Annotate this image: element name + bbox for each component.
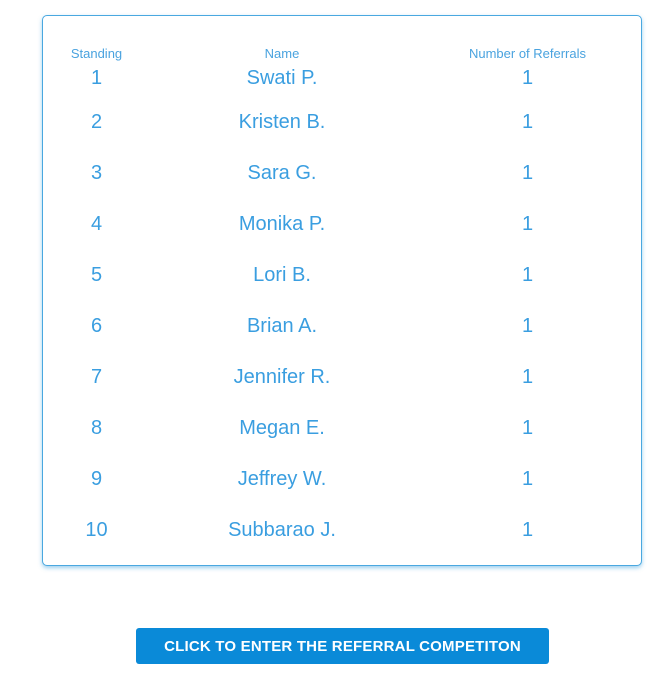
table-row: 2 Kristen B. 1 xyxy=(43,97,641,148)
name-cell: Jeffrey W. xyxy=(237,468,327,490)
standing-cell: 3 xyxy=(90,162,103,184)
leaderboard-card: Standing Name Number of Referrals 1 Swat… xyxy=(42,15,642,566)
name-cell: Megan E. xyxy=(239,417,325,439)
column-header-name: Name xyxy=(264,46,300,61)
referrals-cell: 1 xyxy=(521,315,534,337)
referrals-cell: 1 xyxy=(521,213,534,235)
leaderboard-table: Standing Name Number of Referrals 1 Swat… xyxy=(43,16,641,556)
standing-cell: 7 xyxy=(90,366,103,388)
column-header-referrals: Number of Referrals xyxy=(468,46,587,61)
table-row: 10 Subbarao J. 1 xyxy=(43,505,641,556)
table-row: 3 Sara G. 1 xyxy=(43,148,641,199)
standing-cell: 2 xyxy=(90,111,103,133)
enter-referral-competition-button[interactable]: CLICK TO ENTER THE REFERRAL COMPETITON xyxy=(136,628,549,664)
standing-cell: 1 xyxy=(90,67,103,89)
table-row: 7 Jennifer R. 1 xyxy=(43,352,641,403)
standing-cell: 5 xyxy=(90,264,103,286)
referrals-cell: 1 xyxy=(521,366,534,388)
name-cell: Sara G. xyxy=(247,162,317,184)
referrals-cell: 1 xyxy=(521,67,534,89)
standing-cell: 9 xyxy=(90,468,103,490)
table-row: 6 Brian A. 1 xyxy=(43,301,641,352)
table-row: 5 Lori B. 1 xyxy=(43,250,641,301)
name-cell: Monika P. xyxy=(238,213,326,235)
name-cell: Kristen B. xyxy=(238,111,326,133)
table-row: 1 Swati P. 1 xyxy=(43,67,641,97)
name-cell: Jennifer R. xyxy=(233,366,331,388)
column-header-standing: Standing xyxy=(70,46,123,61)
name-cell: Brian A. xyxy=(246,315,318,337)
table-header-row: Standing Name Number of Referrals xyxy=(43,16,641,67)
referrals-cell: 1 xyxy=(521,162,534,184)
referrals-cell: 1 xyxy=(521,417,534,439)
referrals-cell: 1 xyxy=(521,519,534,541)
name-cell: Swati P. xyxy=(246,67,318,89)
referrals-cell: 1 xyxy=(521,468,534,490)
leaderboard-body: 1 Swati P. 1 2 Kristen B. 1 3 Sara G. 1 … xyxy=(43,67,641,556)
standing-cell: 8 xyxy=(90,417,103,439)
referrals-cell: 1 xyxy=(521,264,534,286)
table-row: 9 Jeffrey W. 1 xyxy=(43,454,641,505)
table-row: 8 Megan E. 1 xyxy=(43,403,641,454)
standing-cell: 4 xyxy=(90,213,103,235)
name-cell: Lori B. xyxy=(253,264,311,286)
name-cell: Subbarao J. xyxy=(228,519,336,541)
referrals-cell: 1 xyxy=(521,111,534,133)
standing-cell: 6 xyxy=(90,315,103,337)
table-row: 4 Monika P. 1 xyxy=(43,199,641,250)
standing-cell: 10 xyxy=(85,519,108,541)
